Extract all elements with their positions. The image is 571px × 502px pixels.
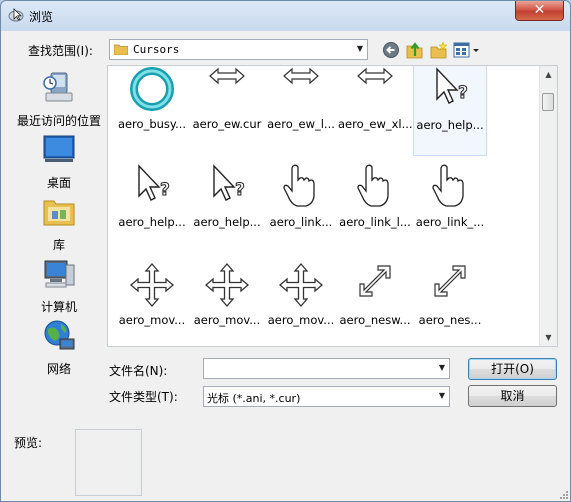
file-item[interactable]: aero_ew_l... bbox=[264, 66, 338, 156]
file-item[interactable]: ? aero_help... bbox=[190, 162, 264, 254]
file-name: aero_link_... bbox=[415, 215, 485, 229]
network-icon bbox=[44, 320, 75, 350]
filetype-value: 光标 (*.ani, *.cur) bbox=[207, 392, 301, 405]
file-name: aero_help... bbox=[193, 215, 261, 229]
desktop-icon bbox=[43, 135, 75, 162]
scroll-thumb[interactable] bbox=[542, 93, 554, 111]
close-button[interactable]: ✕ bbox=[515, 1, 564, 21]
preview-label: 预览: bbox=[14, 436, 43, 450]
up-folder-icon[interactable] bbox=[405, 41, 425, 59]
cancel-button[interactable]: 取消 bbox=[468, 385, 557, 407]
place-computer[interactable]: 计算机 bbox=[11, 257, 107, 315]
place-recent[interactable]: 最近访问的位置 bbox=[11, 71, 107, 129]
file-item[interactable]: aero_link_l... bbox=[338, 162, 412, 254]
chevron-down-icon: ▼ bbox=[438, 391, 445, 400]
ew-arrow-icon bbox=[190, 66, 264, 114]
computer-icon bbox=[44, 260, 75, 288]
preview-pane bbox=[75, 429, 142, 496]
chevron-down-icon: ▼ bbox=[356, 44, 363, 53]
help-select-icon: ? bbox=[190, 162, 264, 212]
file-name: aero_help... bbox=[416, 118, 484, 132]
svg-text:?: ? bbox=[235, 180, 245, 200]
file-item[interactable]: aero_link... bbox=[264, 162, 338, 254]
file-name: aero_mov... bbox=[118, 313, 186, 327]
vertical-scrollbar[interactable]: ▲ ▼ bbox=[539, 66, 557, 346]
file-name: aero_link... bbox=[269, 215, 333, 229]
file-item[interactable]: aero_mov... bbox=[264, 260, 338, 346]
place-desktop[interactable]: 桌面 bbox=[11, 133, 107, 191]
place-label: 库 bbox=[52, 238, 65, 252]
filename-input[interactable]: ▼ bbox=[203, 358, 450, 379]
file-item[interactable]: aero_ew_xl... bbox=[338, 66, 412, 156]
svg-text:?: ? bbox=[160, 180, 170, 200]
ew-arrow-icon bbox=[264, 66, 338, 114]
hand-icon bbox=[413, 162, 487, 212]
file-name: aero_busy... bbox=[117, 117, 187, 131]
views-menu-icon[interactable] bbox=[453, 41, 481, 59]
scroll-down-icon[interactable]: ▼ bbox=[540, 329, 557, 346]
resize-grip-icon[interactable] bbox=[558, 489, 568, 499]
move-icon bbox=[264, 260, 338, 310]
nesw-arrow-icon bbox=[338, 260, 412, 310]
look-in-value: Cursors bbox=[133, 43, 180, 56]
places-bar: 最近访问的位置 桌面 库 计算机 网络 bbox=[11, 65, 107, 376]
filename-label: 文件名(N): bbox=[109, 364, 168, 378]
new-folder-icon[interactable] bbox=[429, 41, 449, 59]
chevron-down-icon[interactable]: ▼ bbox=[439, 363, 445, 372]
file-item[interactable]: aero_ew.cur bbox=[190, 66, 264, 156]
svg-text:?: ? bbox=[458, 83, 468, 103]
folder-icon bbox=[114, 44, 128, 55]
file-name: aero_nes... bbox=[418, 313, 482, 327]
file-item[interactable]: aero_mov... bbox=[115, 260, 189, 346]
place-label: 网络 bbox=[46, 362, 71, 376]
file-name: aero_mov... bbox=[193, 313, 261, 327]
file-name: aero_link_l... bbox=[339, 215, 411, 229]
file-item[interactable]: aero_mov... bbox=[190, 260, 264, 346]
hand-icon bbox=[338, 162, 412, 212]
busy-ring-icon bbox=[115, 66, 189, 114]
place-label: 计算机 bbox=[40, 300, 77, 314]
libraries-icon bbox=[43, 200, 75, 226]
recent-places-icon bbox=[43, 72, 73, 102]
place-label: 桌面 bbox=[46, 176, 71, 190]
place-libraries[interactable]: 库 bbox=[11, 195, 107, 253]
look-in-label: 查找范围(I): bbox=[28, 44, 93, 58]
look-in-dropdown[interactable]: Cursors ▼ bbox=[109, 39, 368, 60]
file-name: aero_ew.cur bbox=[192, 117, 262, 131]
app-cursor-icon bbox=[8, 8, 24, 22]
file-item[interactable]: aero_busy... bbox=[115, 66, 189, 156]
help-select-icon: ? bbox=[115, 162, 189, 212]
file-name: aero_mov... bbox=[267, 313, 335, 327]
file-item[interactable]: aero_link_... bbox=[413, 162, 487, 254]
move-icon bbox=[115, 260, 189, 310]
title-bar[interactable]: 浏览 ✕ bbox=[1, 1, 570, 31]
file-list[interactable]: aero_busy... aero_ew.cur aero_ew_l... aero_… bbox=[107, 65, 558, 347]
nesw-arrow-icon bbox=[413, 260, 487, 310]
file-name: aero_help... bbox=[118, 215, 186, 229]
place-label: 最近访问的位置 bbox=[16, 114, 101, 128]
filetype-label: 文件类型(T): bbox=[109, 390, 178, 404]
file-item[interactable]: aero_nes... bbox=[413, 260, 487, 346]
open-button[interactable]: 打开(O) bbox=[468, 358, 557, 380]
file-item[interactable]: ? aero_help... bbox=[115, 162, 189, 254]
help-select-icon: ? bbox=[414, 66, 486, 115]
back-arrow-icon[interactable] bbox=[381, 41, 401, 59]
file-name: aero_ew_xl... bbox=[338, 117, 412, 131]
filetype-dropdown[interactable]: 光标 (*.ani, *.cur) ▼ bbox=[203, 386, 450, 407]
browse-dialog: 浏览 ✕ 查找范围(I): Cursors ▼ 最近访问的位置 桌面 库 计算机… bbox=[0, 0, 571, 502]
window-title: 浏览 bbox=[29, 10, 54, 24]
place-network[interactable]: 网络 bbox=[11, 319, 107, 377]
file-name: aero_ew_l... bbox=[267, 117, 335, 131]
hand-icon bbox=[264, 162, 338, 212]
file-item[interactable]: ? aero_help... bbox=[413, 66, 487, 156]
move-icon bbox=[190, 260, 264, 310]
scroll-up-icon[interactable]: ▲ bbox=[540, 66, 557, 83]
file-item[interactable]: aero_nesw... bbox=[338, 260, 412, 346]
file-name: aero_nesw... bbox=[339, 313, 411, 327]
ew-arrow-icon bbox=[338, 66, 412, 114]
